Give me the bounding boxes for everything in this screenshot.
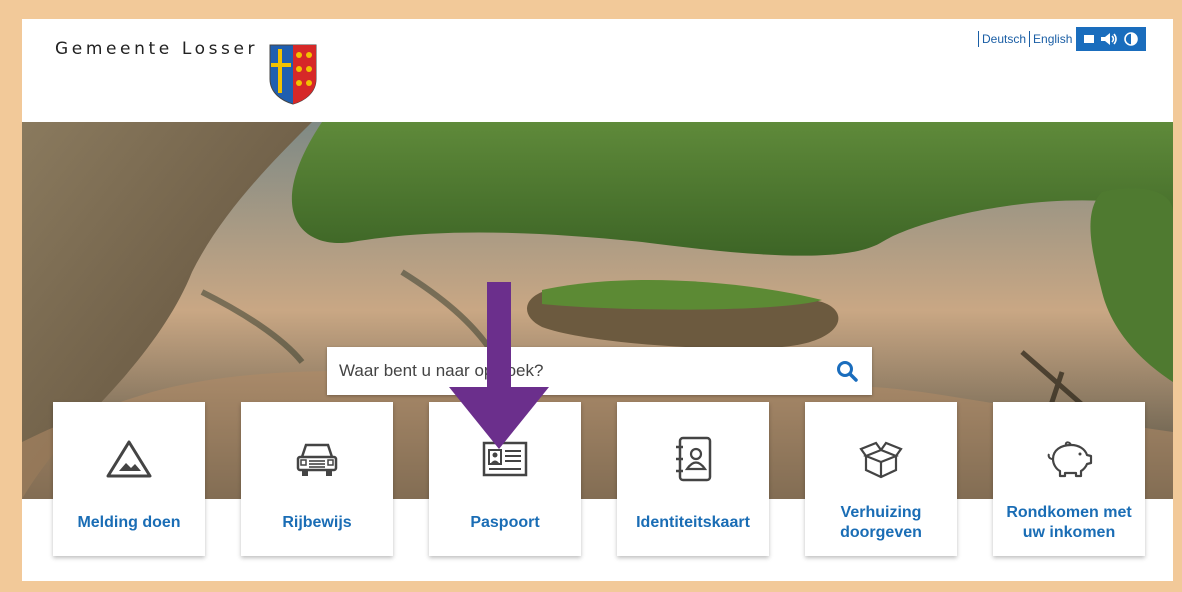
tile-label: Rijbewijs bbox=[282, 514, 352, 531]
tile-label: Identiteitskaart bbox=[636, 514, 750, 531]
tile-label: Verhuizing doorgeven bbox=[840, 504, 922, 541]
purple-down-arrow bbox=[449, 282, 549, 449]
address-book-icon bbox=[676, 436, 712, 482]
site-name[interactable]: Gemeente Losser bbox=[55, 39, 258, 59]
search-button[interactable] bbox=[822, 347, 872, 395]
tile-rondkomen-met-uw-inkomen[interactable]: Rondkomen met uw inkomen bbox=[993, 402, 1145, 556]
quick-links: Melding doen Rijbewijs Paspoort Identite… bbox=[53, 402, 1145, 556]
moving-box-icon bbox=[859, 441, 903, 479]
search-icon bbox=[837, 361, 858, 382]
municipal-crest-logo[interactable] bbox=[268, 43, 318, 105]
language-link-english[interactable]: English bbox=[1029, 31, 1075, 47]
tile-label: Melding doen bbox=[77, 514, 181, 531]
tile-identiteitskaart[interactable]: Identiteitskaart bbox=[617, 402, 769, 556]
page-frame: Gemeente Losser Deutsch English Waar ben… bbox=[22, 19, 1173, 581]
text-size-icon[interactable] bbox=[1084, 35, 1095, 43]
search-bar bbox=[327, 347, 872, 395]
warning-triangle-icon bbox=[106, 440, 152, 478]
accessibility-toolbar bbox=[1076, 27, 1147, 51]
car-icon bbox=[296, 443, 338, 476]
contrast-toggle-icon[interactable] bbox=[1124, 32, 1139, 46]
piggy-bank-icon bbox=[1047, 441, 1093, 478]
language-link-deutsch[interactable]: Deutsch bbox=[978, 31, 1029, 47]
search-input[interactable] bbox=[339, 361, 822, 381]
tile-melding-doen[interactable]: Melding doen bbox=[53, 402, 205, 556]
tile-label: Paspoort bbox=[470, 514, 540, 531]
read-aloud-speaker-icon[interactable] bbox=[1100, 32, 1118, 46]
tile-verhuizing-doorgeven[interactable]: Verhuizing doorgeven bbox=[805, 402, 957, 556]
language-bar: Deutsch English bbox=[978, 27, 1147, 51]
tile-label: Rondkomen met uw inkomen bbox=[1006, 504, 1132, 541]
site-header: Gemeente Losser Deutsch English bbox=[22, 19, 1173, 122]
tile-rijbewijs[interactable]: Rijbewijs bbox=[241, 402, 393, 556]
